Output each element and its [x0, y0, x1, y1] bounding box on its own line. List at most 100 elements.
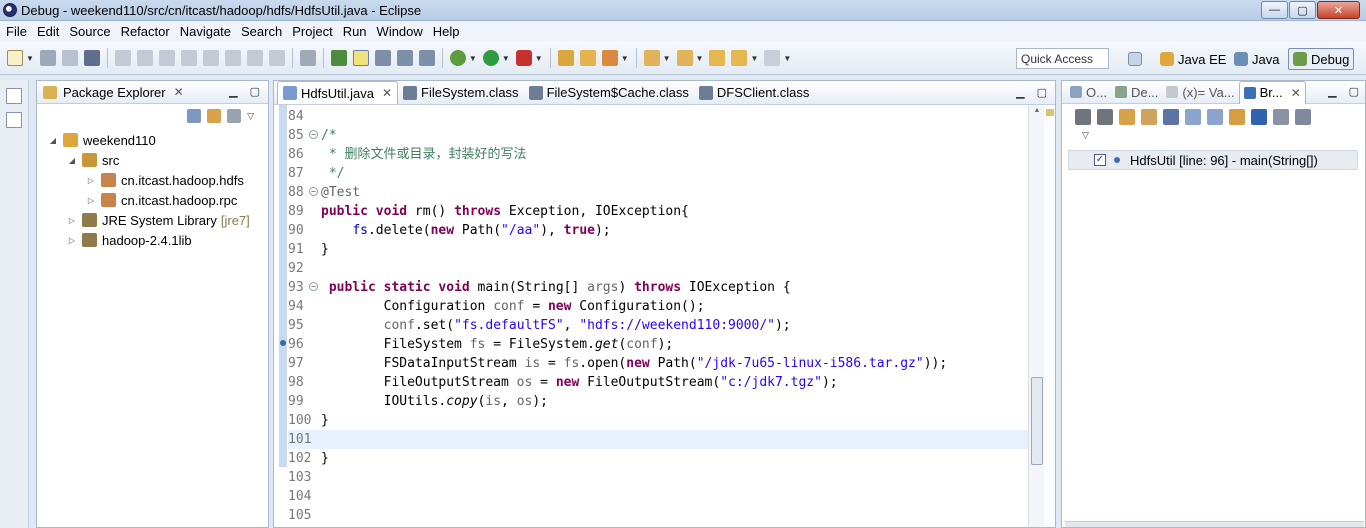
tab-breakpoints[interactable]: Br... ✕: [1238, 80, 1306, 104]
menu-project[interactable]: Project: [288, 24, 336, 39]
code-line[interactable]: 100}: [288, 411, 1028, 430]
code-line[interactable]: 93− public static void main(String[] arg…: [288, 278, 1028, 297]
overview-ruler[interactable]: [1044, 105, 1055, 527]
code-line[interactable]: 97 FSDataInputStream is = fs.open(new Pa…: [288, 354, 1028, 373]
back-dropdown-icon[interactable]: ▼: [750, 54, 758, 63]
toggle-block-selection-icon[interactable]: [374, 50, 391, 66]
view-menu-icon[interactable]: [1295, 109, 1311, 125]
menu-search[interactable]: Search: [237, 24, 286, 39]
maximize-view-icon[interactable]: ▢: [250, 85, 260, 98]
expanded-twisty-icon[interactable]: ◢: [66, 156, 78, 165]
code-line-text[interactable]: [321, 107, 1028, 126]
breakpoint-enabled-checkbox[interactable]: ✓: [1094, 154, 1106, 166]
editor-tab[interactable]: DFSClient.class: [694, 81, 814, 104]
perspective-java[interactable]: Java: [1230, 48, 1283, 70]
skip-breakpoints-icon[interactable]: [114, 50, 131, 66]
code-line[interactable]: 92: [288, 259, 1028, 278]
run-icon[interactable]: [482, 50, 499, 66]
previous-annotation-dropdown-icon[interactable]: ▼: [696, 54, 704, 63]
collapsed-twisty-icon[interactable]: ▷: [85, 196, 97, 205]
warning-overview-marker[interactable]: [1046, 109, 1054, 116]
code-line[interactable]: 85−/*: [288, 126, 1028, 145]
menu-window[interactable]: Window: [373, 24, 427, 39]
collapsed-twisty-icon[interactable]: ▷: [66, 236, 78, 245]
expand-all-icon[interactable]: [1185, 109, 1201, 125]
code-line-text[interactable]: * 删除文件或目录，封装好的写法: [321, 145, 1028, 164]
search-icon[interactable]: [601, 50, 618, 66]
go-to-file-icon[interactable]: [1141, 109, 1157, 125]
minimize-view-icon[interactable]: ▁: [229, 85, 237, 98]
code-text[interactable]: 84 85−/* 86 * 删除文件或目录，封装好的写法 87 */88− @Test 8…: [288, 107, 1028, 525]
new-java-project-icon[interactable]: [557, 50, 574, 66]
code-line-text[interactable]: FileOutputStream os = new FileOutputStre…: [321, 373, 1028, 392]
project-explorer-icon[interactable]: [6, 112, 22, 128]
menu-file[interactable]: File: [2, 24, 31, 39]
code-line[interactable]: 94 Configuration conf = new Configuratio…: [288, 297, 1028, 316]
tree-item[interactable]: ▷ hadoop-2.4.1lib: [37, 230, 268, 250]
scrollbar-thumb[interactable]: [1031, 377, 1043, 465]
view-dropdown-icon[interactable]: ▽: [1062, 130, 1365, 144]
code-line-text[interactable]: [321, 430, 1028, 449]
show-source-icon[interactable]: [418, 50, 435, 66]
mark-occurrences-icon[interactable]: [352, 50, 369, 66]
code-line-text[interactable]: FileSystem fs = FileSystem.get(conf);: [321, 335, 1028, 354]
step-over-icon[interactable]: [246, 50, 263, 66]
menu-help[interactable]: Help: [429, 24, 464, 39]
debug-icon[interactable]: [449, 50, 466, 66]
code-line[interactable]: 84: [288, 107, 1028, 126]
code-line-text[interactable]: }: [321, 240, 1028, 259]
collapsed-twisty-icon[interactable]: ▷: [85, 176, 97, 185]
forward-icon[interactable]: [764, 50, 781, 66]
external-tools-dropdown-icon[interactable]: ▼: [535, 54, 543, 63]
code-line[interactable]: 105: [288, 506, 1028, 525]
breakpoint-row[interactable]: ✓ HdfsUtil [line: 96] - main(String[]): [1068, 150, 1358, 170]
suspend-icon[interactable]: [158, 50, 175, 66]
editor-tab[interactable]: FileSystem.class: [398, 81, 524, 104]
expanded-twisty-icon[interactable]: ◢: [47, 136, 59, 145]
new-dropdown-icon[interactable]: ▼: [26, 54, 34, 63]
restore-icon[interactable]: [6, 88, 22, 104]
collapse-all-icon[interactable]: [187, 109, 202, 123]
menu-source[interactable]: Source: [65, 24, 114, 39]
editor-tab[interactable]: HdfsUtil.java ✕: [277, 81, 399, 104]
code-line-text[interactable]: /*: [321, 126, 1028, 145]
menu-navigate[interactable]: Navigate: [176, 24, 235, 39]
code-line-text[interactable]: */: [321, 164, 1028, 183]
remove-breakpoint-icon[interactable]: [1075, 109, 1091, 125]
code-line[interactable]: 99 IOUtils.copy(is, os);: [288, 392, 1028, 411]
code-line[interactable]: 88− @Test: [288, 183, 1028, 202]
maximize-right-view-icon[interactable]: ▢: [1349, 85, 1359, 98]
back-icon[interactable]: [731, 50, 748, 66]
breakpoint-marker-icon[interactable]: [280, 340, 286, 346]
next-annotation-dropdown-icon[interactable]: ▼: [663, 54, 671, 63]
external-tools-icon[interactable]: [515, 50, 532, 66]
vertical-ruler[interactable]: [279, 105, 287, 467]
perspective-java-ee[interactable]: Java EE: [1156, 48, 1230, 70]
tab-variables[interactable]: (x)= Va...: [1162, 81, 1238, 104]
code-line-text[interactable]: IOUtils.copy(is, os);: [321, 392, 1028, 411]
minimize-right-view-icon[interactable]: ▁: [1328, 85, 1336, 98]
debug-dropdown-icon[interactable]: ▼: [469, 54, 477, 63]
code-line[interactable]: 101: [288, 430, 1028, 449]
code-line[interactable]: 103: [288, 468, 1028, 487]
code-line[interactable]: 98 FileOutputStream os = new FileOutputS…: [288, 373, 1028, 392]
code-line-text[interactable]: [321, 506, 1028, 525]
tree-item[interactable]: ◢ src: [37, 150, 268, 170]
close-icon[interactable]: ✕: [174, 85, 184, 99]
code-line-text[interactable]: public static void main(String[] args) t…: [321, 278, 1028, 297]
focus-icon[interactable]: [227, 109, 242, 123]
tree-item[interactable]: ▷ JRE System Library [jre7]: [37, 210, 268, 230]
close-button[interactable]: ✕: [1317, 1, 1360, 19]
editor-tab[interactable]: FileSystem$Cache.class: [524, 81, 694, 104]
menu-edit[interactable]: Edit: [33, 24, 63, 39]
tree-item[interactable]: ◢ weekend110: [37, 130, 268, 150]
code-line-text[interactable]: Configuration conf = new Configuration()…: [321, 297, 1028, 316]
breakpoint-groups-icon[interactable]: [1273, 109, 1289, 125]
view-menu-icon[interactable]: ▽: [247, 111, 254, 122]
link-with-editor-icon[interactable]: [207, 109, 222, 123]
skip-all-breakpoints-icon[interactable]: [1163, 109, 1179, 125]
code-line[interactable]: 86 * 删除文件或目录，封装好的写法: [288, 145, 1028, 164]
minimize-button[interactable]: —: [1261, 1, 1288, 19]
close-icon[interactable]: ✕: [382, 86, 392, 100]
add-java-exception-breakpoint-icon[interactable]: [1251, 109, 1267, 125]
